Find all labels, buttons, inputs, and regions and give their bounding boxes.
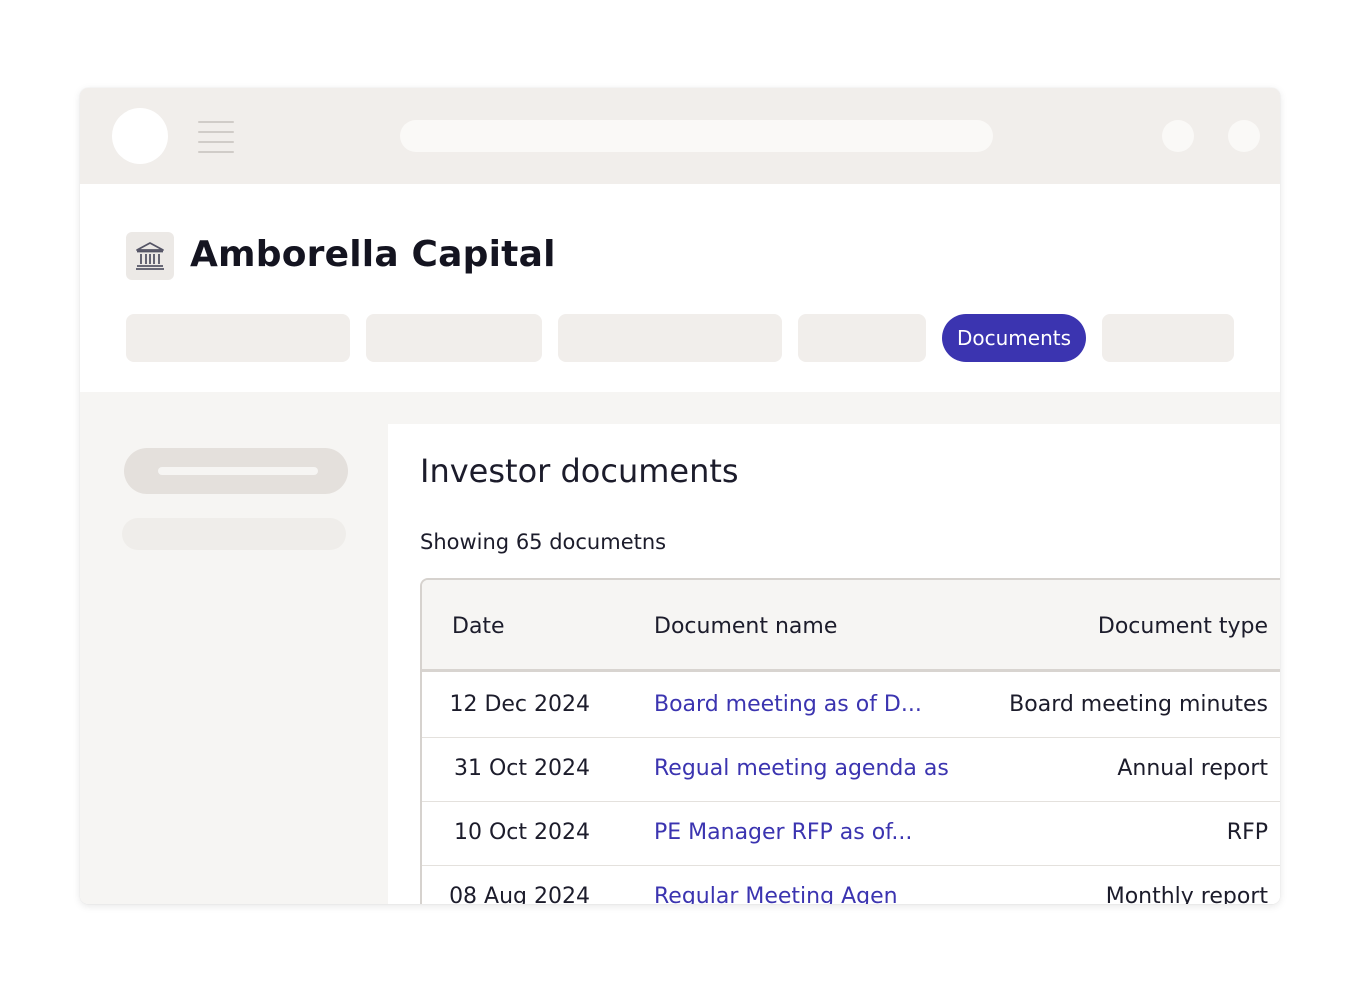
profile-icon[interactable] [1228, 120, 1260, 152]
tab-1[interactable] [126, 314, 350, 362]
document-link[interactable]: Regual meeting agenda as [654, 756, 949, 781]
sidebar-item[interactable] [122, 518, 346, 550]
document-link[interactable]: Board meeting as of D... [654, 692, 922, 717]
table-row: 08 Aug 2024 Regular Meeting Agen Monthly… [422, 866, 1280, 904]
sidebar-item-label-placeholder [158, 467, 318, 475]
table-row: 31 Oct 2024 Regual meeting agenda as Ann… [422, 738, 1280, 802]
avatar[interactable] [112, 108, 168, 164]
table-row: 12 Dec 2024 Board meeting as of D... Boa… [422, 674, 1280, 738]
row-date: 08 Aug 2024 [449, 884, 590, 904]
page-title: Investor documents [420, 452, 739, 490]
row-type: Board meeting minutes [1009, 692, 1268, 717]
column-header-date[interactable]: Date [452, 614, 505, 639]
table-row: 10 Oct 2024 PE Manager RFP as of... RFP [422, 802, 1280, 866]
sidebar-item-active[interactable] [124, 448, 348, 494]
row-date: 31 Oct 2024 [453, 756, 590, 781]
content-area: Investor documents Showing 65 documetns … [80, 392, 1280, 904]
org-header: Amborella Capital Documents [80, 184, 1280, 392]
table-header: Date Document name Document type [422, 580, 1280, 672]
row-type: Annual report [1117, 756, 1268, 781]
tab-documents[interactable]: Documents [942, 314, 1086, 362]
row-date: 12 Dec 2024 [449, 692, 590, 717]
document-count: Showing 65 documetns [420, 530, 667, 554]
tab-2[interactable] [366, 314, 542, 362]
column-header-name[interactable]: Document name [654, 614, 837, 639]
notification-icon[interactable] [1162, 120, 1194, 152]
column-header-type[interactable]: Document type [1098, 614, 1268, 639]
tab-4[interactable] [798, 314, 926, 362]
row-type: RFP [1226, 820, 1268, 845]
row-type: Monthly report [1105, 884, 1268, 904]
tab-3[interactable] [558, 314, 782, 362]
row-date: 10 Oct 2024 [453, 820, 590, 845]
documents-table: Date Document name Document type 12 Dec … [420, 578, 1280, 904]
tab-6[interactable] [1102, 314, 1234, 362]
document-link[interactable]: PE Manager RFP as of... [654, 820, 912, 845]
top-bar [80, 88, 1280, 184]
bank-building-icon [126, 232, 174, 280]
documents-panel: Investor documents Showing 65 documetns … [388, 424, 1280, 904]
org-name: Amborella Capital [190, 234, 556, 275]
search-input[interactable] [400, 120, 993, 152]
menu-icon[interactable] [198, 120, 234, 153]
app-window: Amborella Capital Documents Investor doc… [80, 88, 1280, 904]
document-link[interactable]: Regular Meeting Agen [654, 884, 898, 904]
